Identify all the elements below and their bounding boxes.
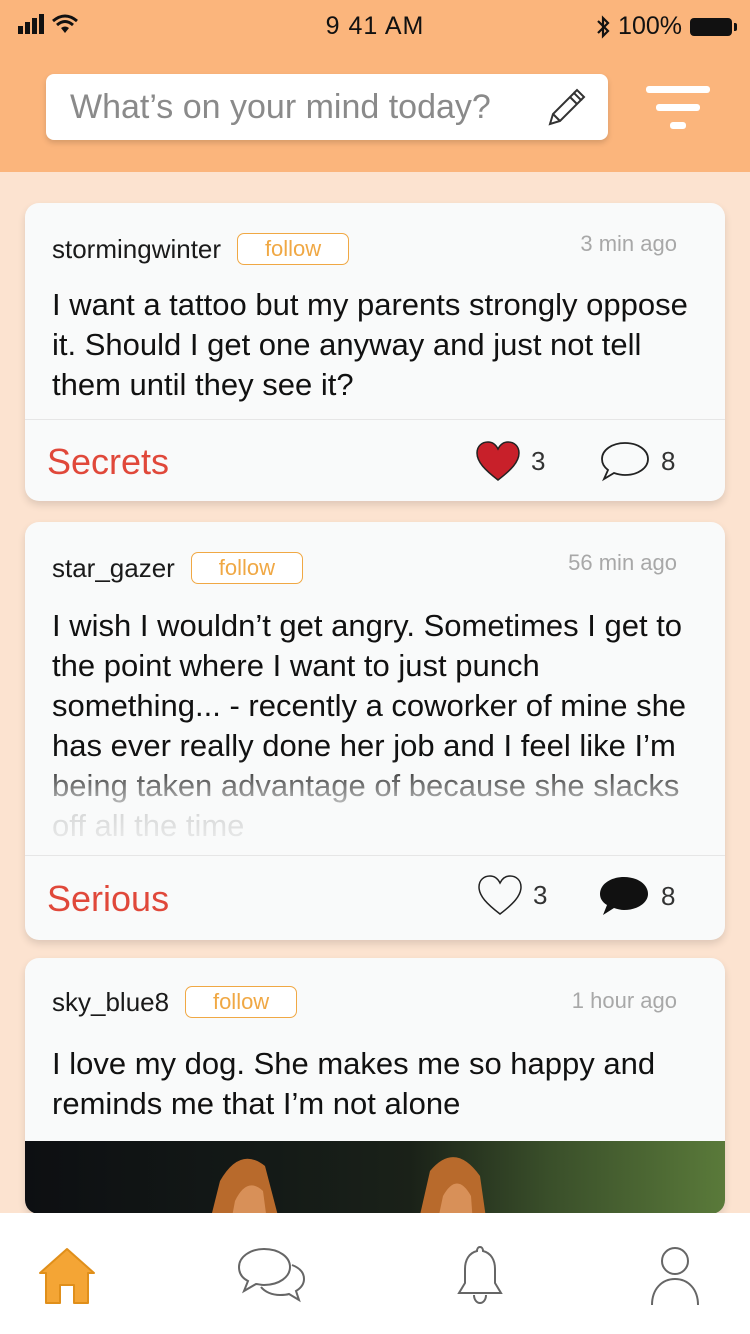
filter-line-2 <box>656 104 700 111</box>
home-icon <box>39 1248 95 1304</box>
bluetooth-icon <box>597 14 610 39</box>
follow-button[interactable]: follow <box>190 552 303 584</box>
filter-button[interactable] <box>646 86 710 134</box>
post-category[interactable]: Serious <box>47 878 169 920</box>
profile-icon <box>651 1247 699 1306</box>
dog-photo-image <box>211 1157 486 1214</box>
composer-placeholder: What’s on your mind today? <box>70 87 491 126</box>
comment-count: 8 <box>661 880 676 911</box>
post-card[interactable]: stormingwinter follow 3 min ago I want a… <box>25 203 725 501</box>
pencil-icon[interactable] <box>544 86 588 130</box>
post-header: stormingwinter follow <box>52 233 350 265</box>
tab-home[interactable] <box>32 1243 102 1313</box>
comment-count: 8 <box>661 445 676 476</box>
like-stat[interactable]: 3 <box>477 874 547 916</box>
post-card[interactable]: star_gazer follow 56 min ago I wish I wo… <box>25 522 725 940</box>
post-category[interactable]: Secrets <box>47 441 169 483</box>
post-card[interactable]: sky_blue8 follow 1 hour ago I love my do… <box>25 958 725 1214</box>
battery-icon <box>690 17 737 36</box>
post-timestamp: 56 min ago <box>568 550 677 575</box>
tab-bar <box>0 1213 750 1334</box>
heart-filled-icon[interactable] <box>475 440 521 482</box>
post-text[interactable]: I want a tattoo but my parents strongly … <box>52 285 697 405</box>
username[interactable]: star_gazer <box>52 553 175 584</box>
tab-messages[interactable] <box>236 1243 306 1313</box>
card-divider <box>25 855 725 856</box>
post-timestamp: 3 min ago <box>580 231 677 256</box>
comment-filled-icon[interactable] <box>597 874 651 918</box>
username[interactable]: stormingwinter <box>52 234 221 265</box>
status-right: 100% <box>596 12 737 41</box>
post-composer-input[interactable]: What’s on your mind today? <box>46 74 608 140</box>
follow-button[interactable]: follow <box>237 233 350 265</box>
post-timestamp: 1 hour ago <box>571 988 677 1013</box>
post-text[interactable]: I love my dog. She makes me so happy and… <box>52 1044 697 1124</box>
post-header: star_gazer follow <box>52 552 303 584</box>
comment-stat[interactable]: 8 <box>599 440 675 482</box>
chat-icon <box>237 1247 306 1303</box>
filter-line-3 <box>670 122 686 129</box>
battery-percent: 100% <box>618 12 682 40</box>
filter-line-1 <box>646 86 710 93</box>
heart-outline-icon[interactable] <box>477 874 523 916</box>
comment-outline-icon[interactable] <box>599 440 651 482</box>
app-header: 9 41 AM 100% What’s on your mind today? <box>0 0 750 172</box>
like-count: 3 <box>533 879 548 910</box>
like-count: 3 <box>531 445 546 476</box>
tab-profile[interactable] <box>640 1243 710 1313</box>
comment-stat[interactable]: 8 <box>597 874 675 918</box>
bell-icon <box>457 1245 503 1305</box>
post-photo[interactable] <box>25 1141 725 1214</box>
status-bar: 9 41 AM 100% <box>0 0 750 54</box>
post-header: sky_blue8 follow <box>52 986 298 1018</box>
card-divider <box>25 419 725 420</box>
text-fade <box>25 758 725 848</box>
follow-button[interactable]: follow <box>185 986 298 1018</box>
like-stat[interactable]: 3 <box>475 440 545 482</box>
username[interactable]: sky_blue8 <box>52 987 169 1018</box>
tab-notifications[interactable] <box>445 1243 515 1313</box>
